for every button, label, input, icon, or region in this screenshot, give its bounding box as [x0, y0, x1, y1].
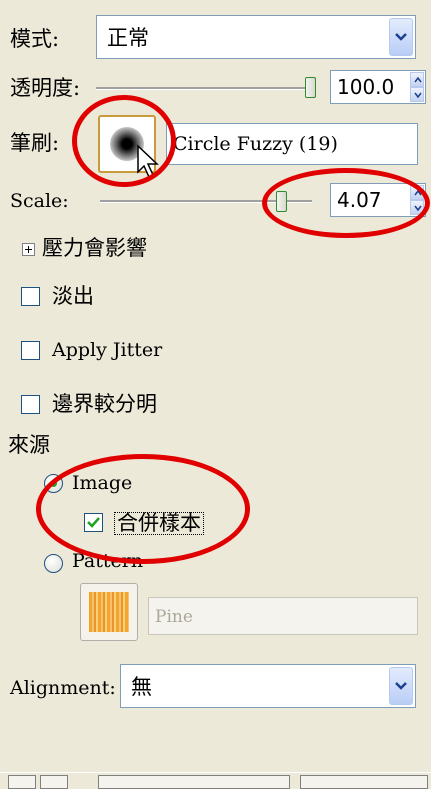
- checkmark-icon: [87, 517, 100, 528]
- sample-merged-checkbox[interactable]: [84, 513, 103, 532]
- brush-name-field[interactable]: Circle Fuzzy (19): [166, 123, 418, 165]
- pattern-name: Pine: [155, 607, 193, 627]
- pattern-radio[interactable]: [44, 554, 63, 573]
- pattern-preview-button[interactable]: [80, 583, 138, 641]
- opacity-label: 透明度:: [10, 76, 81, 100]
- arrow-up-icon: [414, 76, 422, 82]
- opacity-value: 100.0: [337, 75, 395, 99]
- mode-dropdown[interactable]: 正常: [96, 15, 416, 59]
- fade-label: 淡出: [52, 284, 94, 308]
- jitter-checkbox[interactable]: [21, 341, 40, 360]
- opacity-slider-thumb[interactable]: [305, 77, 316, 98]
- opacity-spin-down[interactable]: [410, 87, 424, 102]
- sample-merged-label: 合併樣本: [114, 512, 204, 535]
- alignment-dropdown-button[interactable]: [389, 667, 413, 705]
- arrow-down-icon: [414, 205, 422, 211]
- scale-spinbox[interactable]: 4.07: [330, 183, 426, 217]
- jitter-label: Apply Jitter: [52, 339, 163, 361]
- scale-spin-down[interactable]: [410, 200, 424, 215]
- chevron-down-icon: [395, 682, 407, 690]
- source-highlight-circle: [36, 454, 250, 564]
- toolbar-button-2[interactable]: [40, 775, 68, 789]
- opacity-slider-track[interactable]: [96, 87, 311, 90]
- arrow-up-icon: [414, 189, 422, 195]
- chevron-down-icon: [395, 33, 407, 41]
- pine-pattern-icon: [89, 592, 129, 632]
- image-radio[interactable]: [44, 474, 63, 493]
- fade-checkbox[interactable]: [21, 287, 40, 306]
- expand-plus-icon[interactable]: [22, 243, 35, 256]
- hard-edge-label: 邊界較分明: [52, 392, 157, 416]
- brush-label: 筆刷:: [10, 131, 60, 155]
- arrow-down-icon: [414, 92, 422, 98]
- pattern-name-field: Pine: [148, 597, 418, 635]
- scale-value: 4.07: [337, 188, 382, 212]
- scale-slider-thumb[interactable]: [276, 191, 287, 212]
- radio-selected-dot: [50, 480, 57, 487]
- source-heading: 來源: [8, 433, 50, 457]
- mode-value: 正常: [107, 26, 149, 50]
- brush-name: Circle Fuzzy (19): [173, 133, 338, 155]
- alignment-dropdown[interactable]: 無: [120, 664, 416, 708]
- mouse-cursor-icon: [137, 144, 159, 179]
- alignment-label: Alignment:: [10, 677, 116, 699]
- pattern-radio-label: Pattern: [72, 550, 144, 572]
- alignment-value: 無: [131, 675, 152, 699]
- mode-dropdown-button[interactable]: [389, 18, 413, 56]
- scale-label: Scale:: [10, 190, 69, 212]
- bottom-toolbar: [0, 772, 431, 789]
- toolbar-button-4[interactable]: [300, 775, 428, 789]
- toolbar-button-3[interactable]: [98, 775, 290, 789]
- toolbar-button-1[interactable]: [8, 775, 36, 789]
- hard-edge-checkbox[interactable]: [21, 395, 40, 414]
- pressure-label[interactable]: 壓力會影響: [42, 238, 147, 259]
- image-radio-label: Image: [72, 472, 133, 494]
- opacity-spinbox[interactable]: 100.0: [330, 70, 426, 104]
- scale-spin-up[interactable]: [410, 185, 424, 200]
- opacity-spin-up[interactable]: [410, 72, 424, 87]
- mode-label: 模式:: [10, 27, 60, 51]
